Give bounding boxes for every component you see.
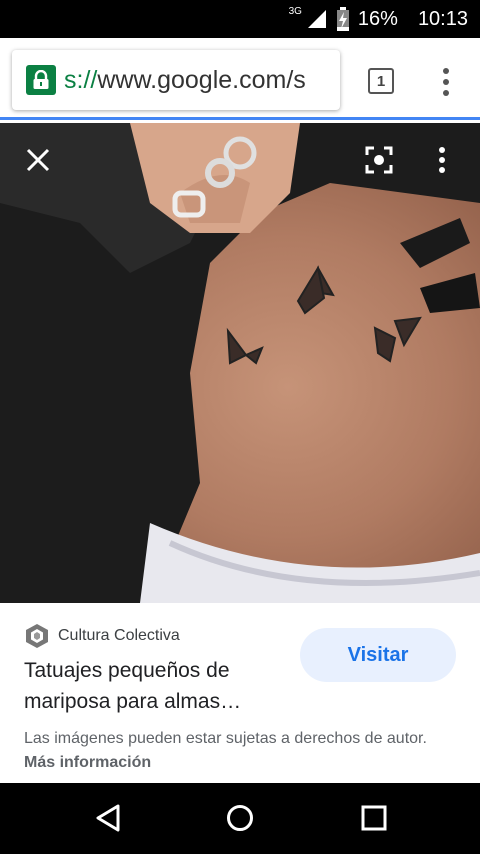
url-text: s://www.google.com/s [64, 65, 306, 94]
network-type: 3G [288, 5, 302, 17]
source-row[interactable]: Cultura Colectiva [24, 623, 180, 649]
copyright-text: Las imágenes pueden estar sujetas a dere… [24, 730, 427, 747]
result-title[interactable]: Tatuajes pequeños de mariposa para almas… [24, 655, 286, 717]
copyright-notice: Las imágenes pueden estar sujetas a dere… [24, 727, 460, 775]
system-navigation-bar [0, 783, 480, 854]
status-bar: 3G 16% 10:13 [0, 0, 480, 38]
overflow-menu-icon[interactable] [436, 66, 456, 98]
more-vert-icon[interactable] [437, 146, 447, 174]
source-name: Cultura Colectiva [58, 627, 180, 644]
site-favicon-icon [26, 624, 48, 648]
tab-switcher-button[interactable]: 1 [368, 68, 394, 94]
lock-icon[interactable] [26, 65, 56, 95]
photo-illustration [0, 123, 480, 603]
clock: 10:13 [417, 7, 468, 30]
signal-icon [307, 10, 326, 28]
browser-toolbar: s://www.google.com/s 1 [0, 38, 480, 120]
close-icon[interactable] [25, 147, 51, 173]
home-icon[interactable] [226, 804, 254, 832]
battery-charging-icon [336, 7, 349, 31]
more-info-link[interactable]: Más información [24, 754, 151, 771]
url-bar[interactable]: s://www.google.com/s [12, 50, 340, 110]
back-icon[interactable] [94, 803, 122, 833]
visit-button[interactable]: Visitar [300, 628, 456, 682]
lens-icon[interactable] [365, 146, 393, 174]
image-preview[interactable] [0, 123, 480, 603]
battery-percent: 16% [357, 7, 398, 30]
result-info-panel: Cultura Colectiva Tatuajes pequeños de m… [0, 603, 480, 783]
recents-icon[interactable] [361, 805, 387, 831]
